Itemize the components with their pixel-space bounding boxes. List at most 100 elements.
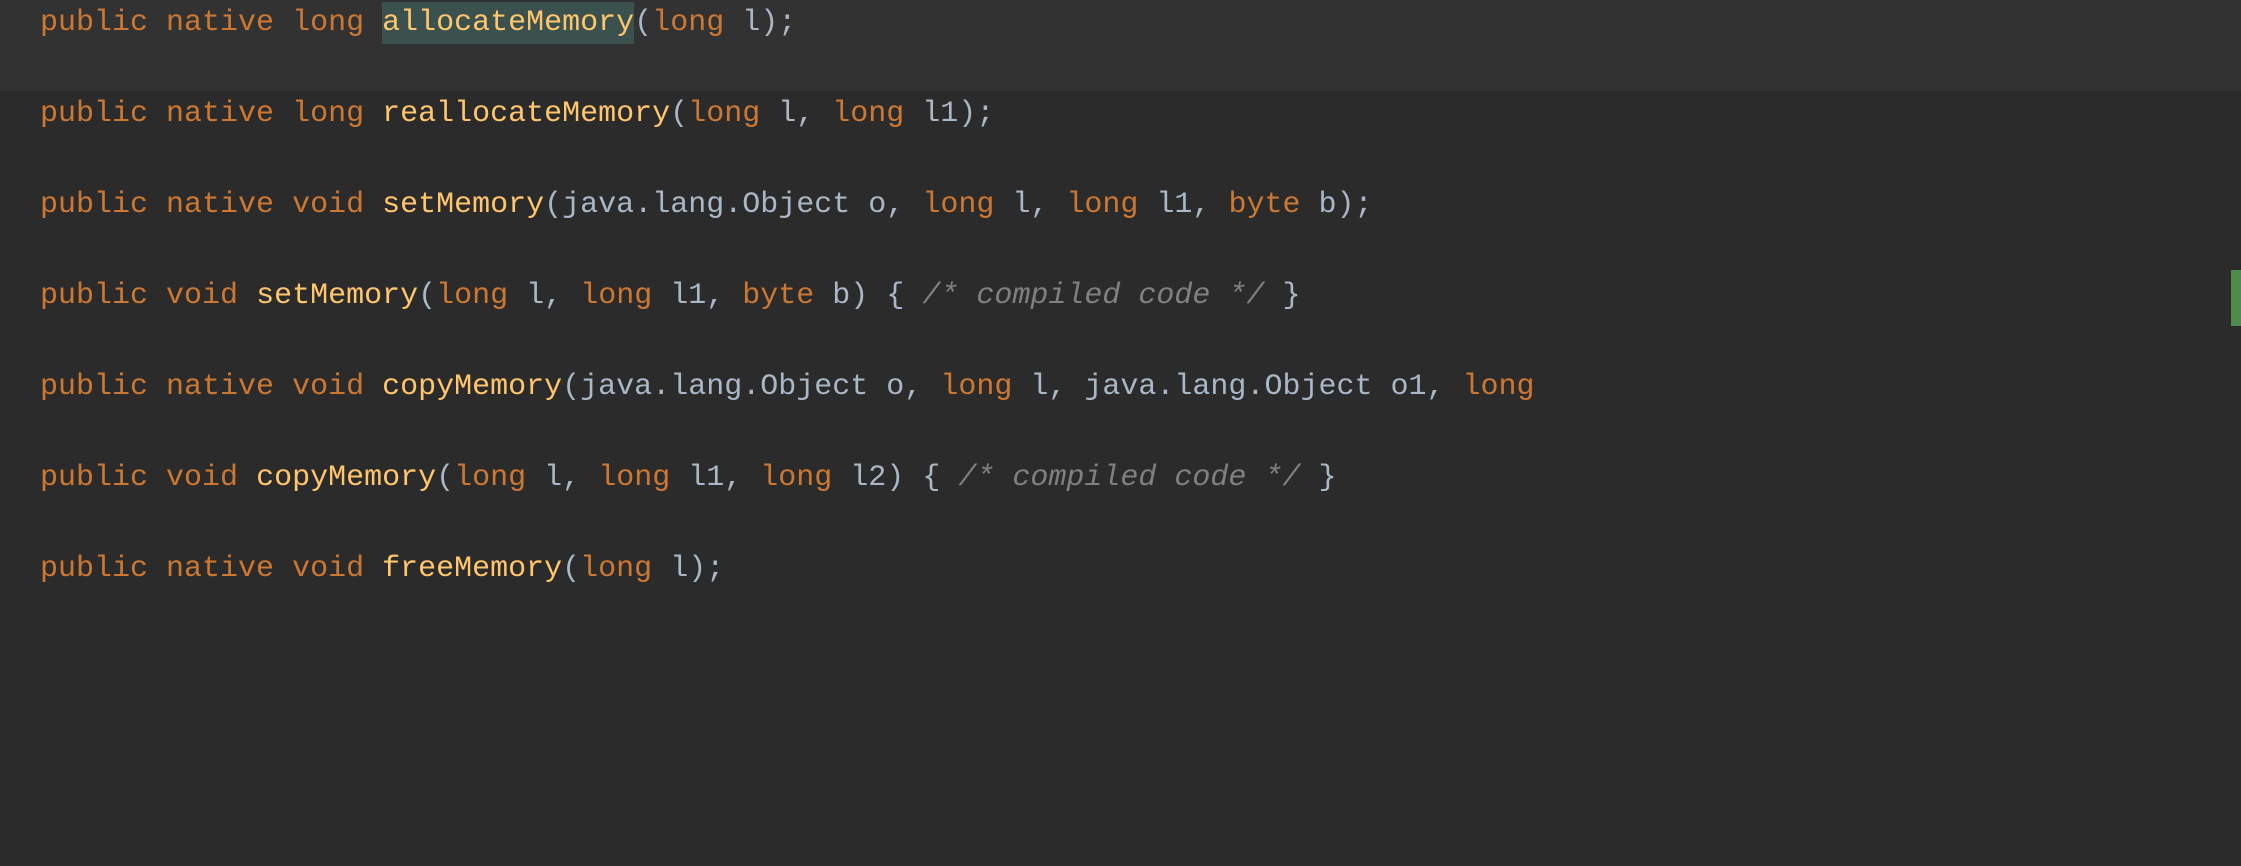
param-l: l: [670, 548, 688, 590]
space: [238, 275, 256, 317]
space: [364, 366, 382, 408]
space: [850, 184, 868, 226]
keyword-public: public: [40, 184, 148, 226]
space: [364, 93, 382, 135]
type-java: java: [580, 366, 652, 408]
space: [724, 2, 742, 44]
rparen: ): [886, 457, 904, 499]
space: [148, 366, 166, 408]
dot: .: [742, 366, 760, 408]
keyword-long: long: [940, 366, 1012, 408]
comma: ,: [886, 184, 922, 226]
space: [1300, 457, 1318, 499]
lparen: (: [634, 2, 652, 44]
scrollbar-marker[interactable]: [2231, 270, 2241, 326]
space: [148, 2, 166, 44]
code-editor[interactable]: public native long allocateMemory(long l…: [0, 0, 2241, 866]
type-object: Object: [760, 366, 868, 408]
space: [1264, 275, 1282, 317]
code-line[interactable]: public native void freeMemory(long l);: [0, 546, 2241, 637]
method-reallocate-memory: reallocateMemory: [382, 93, 670, 135]
space: [274, 548, 292, 590]
lparen: (: [562, 366, 580, 408]
space: [274, 366, 292, 408]
space: [148, 548, 166, 590]
keyword-long: long: [832, 93, 904, 135]
keyword-public: public: [40, 275, 148, 317]
code-line[interactable]: public native long reallocateMemory(long…: [0, 91, 2241, 182]
type-java: java: [1084, 366, 1156, 408]
lparen: (: [436, 457, 454, 499]
space: [1300, 184, 1318, 226]
space: [760, 93, 778, 135]
keyword-public: public: [40, 548, 148, 590]
param-o: o: [886, 366, 904, 408]
lparen: (: [544, 184, 562, 226]
rparen: ): [688, 548, 706, 590]
param-l1: l1: [688, 457, 724, 499]
keyword-long: long: [1066, 184, 1138, 226]
semicolon: ;: [778, 2, 796, 44]
space: [148, 457, 166, 499]
param-l1: l1: [922, 93, 958, 135]
keyword-long: long: [652, 2, 724, 44]
keyword-long: long: [436, 275, 508, 317]
method-free-memory: freeMemory: [382, 548, 562, 590]
space: [526, 457, 544, 499]
code-line[interactable]: public native void setMemory(java.lang.O…: [0, 182, 2241, 273]
keyword-long: long: [454, 457, 526, 499]
type-lang: lang: [670, 366, 742, 408]
space: [508, 275, 526, 317]
keyword-void: void: [166, 275, 238, 317]
space: [364, 548, 382, 590]
keyword-native: native: [166, 2, 274, 44]
space: [148, 184, 166, 226]
param-o: o: [868, 184, 886, 226]
code-line[interactable]: public void copyMemory(long l, long l1, …: [0, 455, 2241, 546]
keyword-long: long: [580, 275, 652, 317]
space: [148, 275, 166, 317]
lparen: (: [418, 275, 436, 317]
keyword-void: void: [292, 548, 364, 590]
space: [274, 2, 292, 44]
type-java: java: [562, 184, 634, 226]
type-object: Object: [742, 184, 850, 226]
keyword-long: long: [760, 457, 832, 499]
keyword-public: public: [40, 2, 148, 44]
dot: .: [1156, 366, 1174, 408]
dot: .: [652, 366, 670, 408]
space: [904, 275, 922, 317]
keyword-void: void: [166, 457, 238, 499]
comma: ,: [1048, 366, 1084, 408]
keyword-void: void: [292, 184, 364, 226]
method-set-memory: setMemory: [256, 275, 418, 317]
keyword-long: long: [598, 457, 670, 499]
keyword-long: long: [292, 93, 364, 135]
space: [814, 275, 832, 317]
space: [652, 275, 670, 317]
comma: ,: [904, 366, 940, 408]
code-line[interactable]: public native void copyMemory(java.lang.…: [0, 364, 2241, 455]
method-copy-memory: copyMemory: [382, 366, 562, 408]
param-l: l: [544, 457, 562, 499]
keyword-native: native: [166, 548, 274, 590]
param-o1: o1: [1390, 366, 1426, 408]
space: [274, 93, 292, 135]
dot: .: [634, 184, 652, 226]
lbrace: {: [886, 275, 904, 317]
method-set-memory: setMemory: [382, 184, 544, 226]
keyword-long: long: [688, 93, 760, 135]
space: [670, 457, 688, 499]
rbrace: }: [1318, 457, 1336, 499]
space: [274, 184, 292, 226]
param-b: b: [1318, 184, 1336, 226]
rparen: ): [958, 93, 976, 135]
code-line[interactable]: public void setMemory(long l, long l1, b…: [0, 273, 2241, 364]
keyword-native: native: [166, 366, 274, 408]
code-line[interactable]: public native long allocateMemory(long l…: [0, 0, 2241, 91]
space: [148, 93, 166, 135]
type-lang: lang: [652, 184, 724, 226]
type-object: Object: [1264, 366, 1372, 408]
semicolon: ;: [976, 93, 994, 135]
space: [904, 93, 922, 135]
